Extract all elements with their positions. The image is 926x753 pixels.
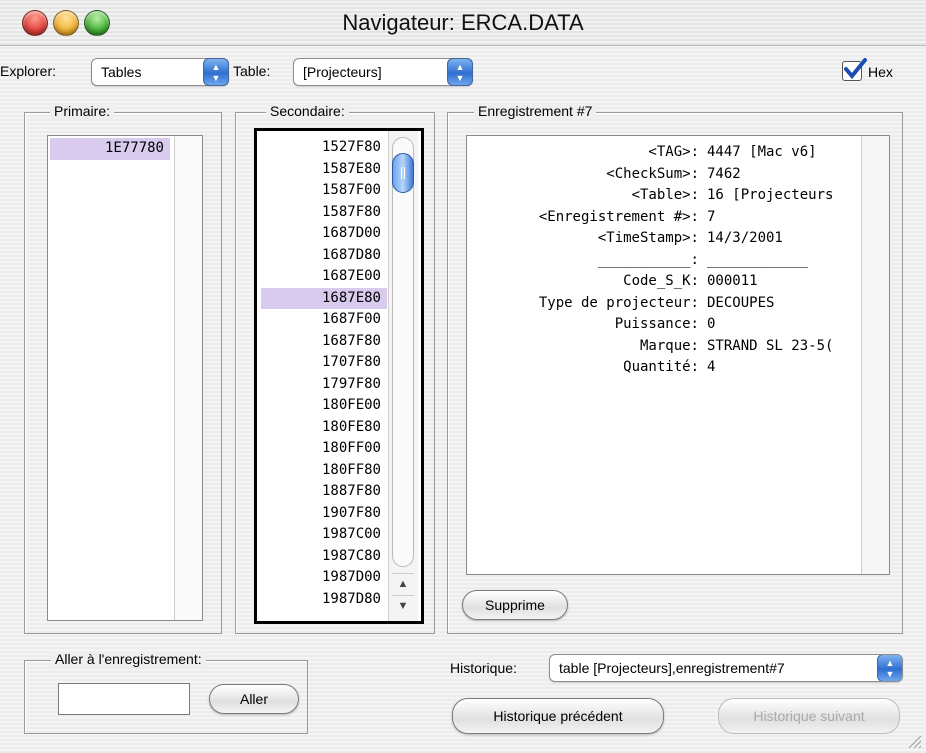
primaire-list[interactable]: 1E77780 [47,135,203,621]
record-field-row: <CheckSum>: 7462 [467,164,863,186]
secondaire-list-item[interactable]: 1987D80 [261,589,387,611]
record-view[interactable]: <TAG>: 4447 [Mac v6] <CheckSum>: 7462 <Table… [466,135,890,575]
history-label: Historique: [450,660,517,676]
secondaire-scrollbar[interactable]: ▲ ▼ [388,131,418,621]
secondaire-list-item[interactable]: 1687F00 [261,309,387,331]
record-field-value: 7 [707,208,716,225]
record-field-value: 16 [Projecteurs [707,187,834,203]
resize-grip-icon[interactable] [904,731,922,749]
goto-label: Aller à l'enregistrement: [51,651,206,667]
secondaire-list-item[interactable]: 180FE80 [261,417,387,439]
scroll-track[interactable] [392,137,414,567]
history-select[interactable]: table [Projecteurs],enregistrement#7 ▲ ▼ [549,654,903,682]
record-field-row: <TimeStamp>: 14/3/2001 [467,228,863,250]
table-select-value: [Projecteurs] [303,64,382,80]
secondaire-list-item[interactable]: 1687D00 [261,223,387,245]
record-field-key: Code_S_K: [623,273,699,289]
hex-checkbox[interactable] [842,58,867,81]
record-field-value: 4447 [Mac v6] [707,144,817,160]
record-field-row: <Enregistrement #>: 7 [467,207,863,229]
record-label: Enregistrement #7 [474,103,597,119]
history-select-value: table [Projecteurs],enregistrement#7 [559,660,785,676]
secondaire-list-item[interactable]: 180FF00 [261,438,387,460]
secondaire-list-item[interactable]: 1587F00 [261,180,387,202]
record-field-value: 0 [707,316,716,332]
secondaire-list-item[interactable]: 1587E80 [261,159,387,181]
delete-button[interactable]: Supprime [462,590,568,620]
secondaire-list-item[interactable]: 1907F80 [261,503,387,525]
primaire-scrollbar[interactable] [174,136,202,620]
history-next-button[interactable]: Historique suivant [718,698,900,734]
record-field-value: 14/3/2001 [707,230,783,246]
goto-group: Aller à l'enregistrement: Aller [24,651,308,734]
goto-input[interactable] [58,683,190,715]
secondaire-list-item[interactable]: 1707F80 [261,352,387,374]
table-label: Table: [233,63,271,79]
record-field-row: Type de projecteur: DECOUPES [467,293,863,315]
scroll-up-arrow-icon[interactable]: ▲ [392,573,414,593]
record-field-value: STRAND SL 23-5( [707,337,834,354]
explorer-select[interactable]: Tables ▲ ▼ [91,58,229,86]
record-scrollbar[interactable] [861,136,889,574]
secondaire-list-item[interactable]: 1687E00 [261,266,387,288]
checkmark-icon [844,58,867,80]
record-field-key: <TimeStamp>: [597,230,699,246]
secondaire-list-item[interactable]: 1687F80 [261,331,387,353]
record-field-key: ___________: [597,251,699,268]
secondaire-list-item[interactable]: 1687E80 [261,287,387,309]
secondaire-list-item[interactable]: 1797F80 [261,374,387,396]
record-field-row: Code_S_K: 000011 [467,271,863,293]
record-field-key: Marque: [639,337,699,354]
secondaire-group: Secondaire: 1527F80 1587E80 1587F00 1587F80… [235,103,435,634]
secondaire-list-item[interactable]: 1887F80 [261,481,387,503]
record-field-row: <TAG>: 4447 [Mac v6] [467,142,863,164]
up-down-arrows-icon: ▲ ▼ [877,655,902,681]
record-field-row: Quantité: 4 [467,357,863,379]
secondaire-list-item[interactable]: 1527F80 [261,137,387,159]
up-down-arrows-icon: ▲ ▼ [203,58,229,86]
scroll-thumb[interactable] [392,153,414,193]
secondaire-list-item[interactable]: 1687D80 [261,245,387,267]
table-select[interactable]: [Projecteurs] ▲ ▼ [293,58,473,86]
record-group: Enregistrement #7 <TAG>: 4447 [Mac v6] <Ch… [447,103,903,634]
window-title: Navigateur: ERCA.DATA [342,10,584,35]
record-field-key: <CheckSum>: [606,165,699,182]
history-previous-button[interactable]: Historique précédent [452,698,664,734]
secondaire-list-item[interactable]: 1587F80 [261,202,387,224]
up-down-arrows-icon: ▲ ▼ [447,58,473,86]
record-field-value: ____________ [707,251,809,268]
record-field-key: Puissance: [614,316,699,332]
record-field-row: ___________: ____________ [467,250,863,272]
secondaire-list-item[interactable]: 180FF80 [261,460,387,482]
secondaire-list-item[interactable]: 1987D00 [261,567,387,589]
explorer-label: Explorer: [0,63,57,79]
secondaire-list-item[interactable]: 1987C00 [261,524,387,546]
primaire-list-item[interactable]: 1E77780 [50,138,170,160]
secondaire-label: Secondaire: [266,103,349,119]
record-field-value: 000011 [707,273,758,289]
title-bar[interactable]: Navigateur: ERCA.DATA [0,0,926,46]
goto-button[interactable]: Aller [209,684,299,714]
scroll-down-arrow-icon[interactable]: ▼ [392,595,414,615]
record-field-row: Puissance: 0 [467,314,863,336]
record-field-key: <TAG>: [648,144,699,160]
record-field-value: 4 [707,359,716,375]
record-field-key: Type de projecteur: [538,294,699,311]
record-field-value: 7462 [707,165,741,182]
explorer-select-value: Tables [101,64,142,80]
record-field-row: Marque: STRAND SL 23-5( [467,336,863,358]
primaire-group: Primaire: 1E77780 [24,103,222,634]
secondaire-list[interactable]: 1527F80 1587E80 1587F00 1587F80 1687D00 1687D… [254,128,424,624]
record-field-row: <Table>: 16 [Projecteurs [467,185,863,207]
record-field-value: DECOUPES [707,294,775,311]
secondaire-list-item[interactable]: 1987C80 [261,546,387,568]
primaire-label: Primaire: [50,103,115,119]
record-field-key: <Table>: [631,187,699,203]
record-field-key: Quantité: [623,359,699,375]
hex-label: Hex [868,64,893,80]
record-field-key: <Enregistrement #>: [538,208,699,225]
secondaire-list-item[interactable]: 180FE00 [261,395,387,417]
